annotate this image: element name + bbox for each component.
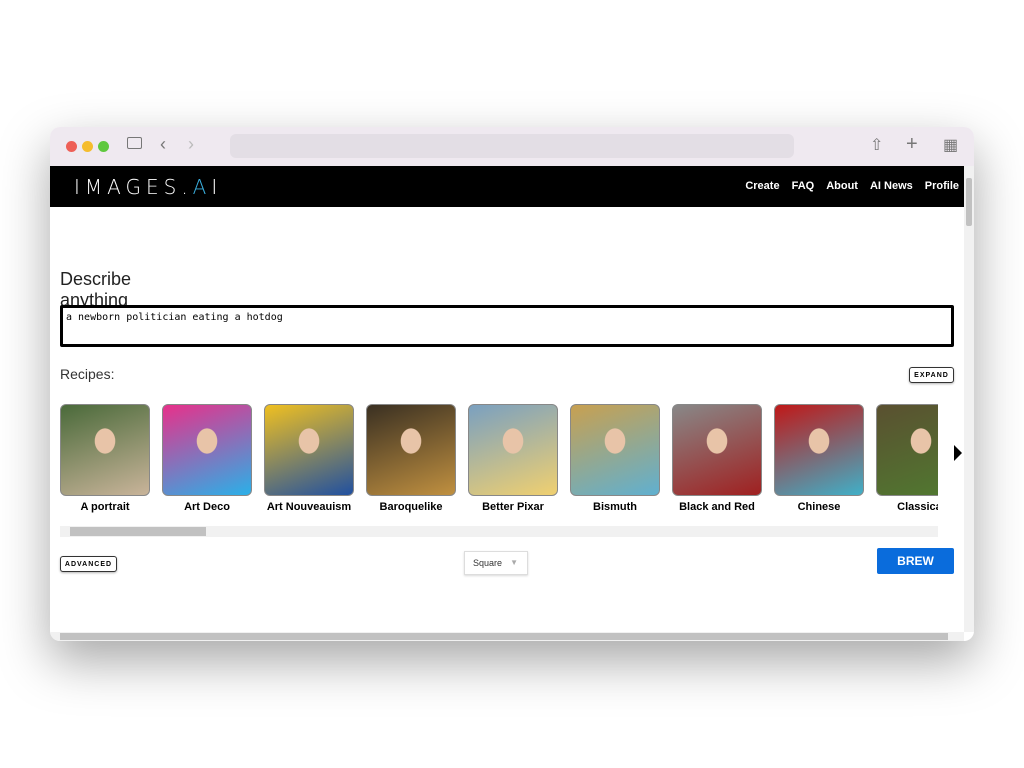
recipe-tile[interactable]: Art Nouveauism — [264, 404, 354, 513]
advanced-button[interactable]: ADVANCED — [60, 556, 117, 572]
aspect-select[interactable]: Square ▼ — [464, 551, 528, 575]
brew-button[interactable]: BREW — [877, 548, 954, 574]
recipe-label: Chinese — [797, 501, 841, 513]
recipes-label: Recipes: — [60, 366, 115, 382]
recipe-label: Black and Red — [679, 501, 755, 513]
recipe-image — [876, 404, 938, 496]
recipe-label: Baroquelike — [379, 501, 443, 513]
recipe-image — [672, 404, 762, 496]
recipe-label: Classical — [897, 501, 938, 513]
recipe-tile[interactable]: Bismuth — [570, 404, 660, 513]
tab-overview-icon[interactable]: ▦ — [943, 135, 958, 155]
sidebar-icon[interactable] — [127, 137, 142, 149]
nav-link-ai-news[interactable]: AI News — [870, 180, 913, 192]
back-icon[interactable]: ‹ — [160, 134, 166, 155]
recipe-tile[interactable]: Classical — [876, 404, 938, 513]
aspect-value: Square — [473, 558, 503, 568]
share-icon[interactable]: ⇧ — [870, 135, 883, 155]
recipe-label: Bismuth — [593, 501, 637, 513]
recipe-label: A portrait — [80, 501, 130, 513]
forward-icon[interactable]: › — [188, 134, 194, 155]
address-bar[interactable] — [230, 134, 794, 158]
logo[interactable]: IMAGES.AI — [74, 175, 222, 199]
browser-toolbar: ‹ › ⇧ + ▦ — [50, 127, 974, 166]
recipe-image — [366, 404, 456, 496]
recipe-tile[interactable]: Better Pixar — [468, 404, 558, 513]
close-button[interactable] — [66, 141, 77, 152]
recipe-tile[interactable]: A portrait — [60, 404, 150, 513]
horizontal-scrollbar[interactable] — [50, 632, 964, 641]
next-arrow-icon[interactable] — [954, 445, 962, 461]
recipe-image — [570, 404, 660, 496]
recipe-image — [774, 404, 864, 496]
minimize-button[interactable] — [82, 141, 93, 152]
recipe-scrollbar[interactable] — [60, 526, 938, 537]
recipe-tile[interactable]: Baroquelike — [366, 404, 456, 513]
recipe-label: Better Pixar — [482, 501, 544, 513]
recipe-image — [162, 404, 252, 496]
site-nav: IMAGES.AI Create FAQ About AI News Profile — [50, 166, 964, 207]
new-tab-icon[interactable]: + — [906, 133, 918, 156]
recipe-image — [468, 404, 558, 496]
nav-link-faq[interactable]: FAQ — [792, 180, 815, 192]
recipe-tile[interactable]: Art Deco — [162, 404, 252, 513]
chevron-down-icon: ▼ — [510, 558, 518, 567]
recipe-label: Art Deco — [184, 501, 230, 513]
browser-window: ‹ › ⇧ + ▦ IMAGES.AI Create FAQ About AI New… — [50, 127, 974, 641]
recipe-label: Art Nouveauism — [266, 501, 352, 513]
recipe-tile[interactable]: Black and Red — [672, 404, 762, 513]
expand-button[interactable]: EXPAND — [909, 367, 954, 383]
nav-link-profile[interactable]: Profile — [925, 180, 959, 192]
recipe-tile[interactable]: Chinese — [774, 404, 864, 513]
nav-link-about[interactable]: About — [826, 180, 858, 192]
recipe-image — [60, 404, 150, 496]
recipe-carousel: A portrait Art Deco Art Nouveauism Baroquel… — [60, 404, 938, 516]
recipe-image — [264, 404, 354, 496]
prompt-input[interactable]: a newborn politician eating a hotdog — [60, 305, 954, 347]
vertical-scrollbar[interactable] — [964, 166, 974, 632]
maximize-button[interactable] — [98, 141, 109, 152]
nav-link-create[interactable]: Create — [745, 180, 779, 192]
